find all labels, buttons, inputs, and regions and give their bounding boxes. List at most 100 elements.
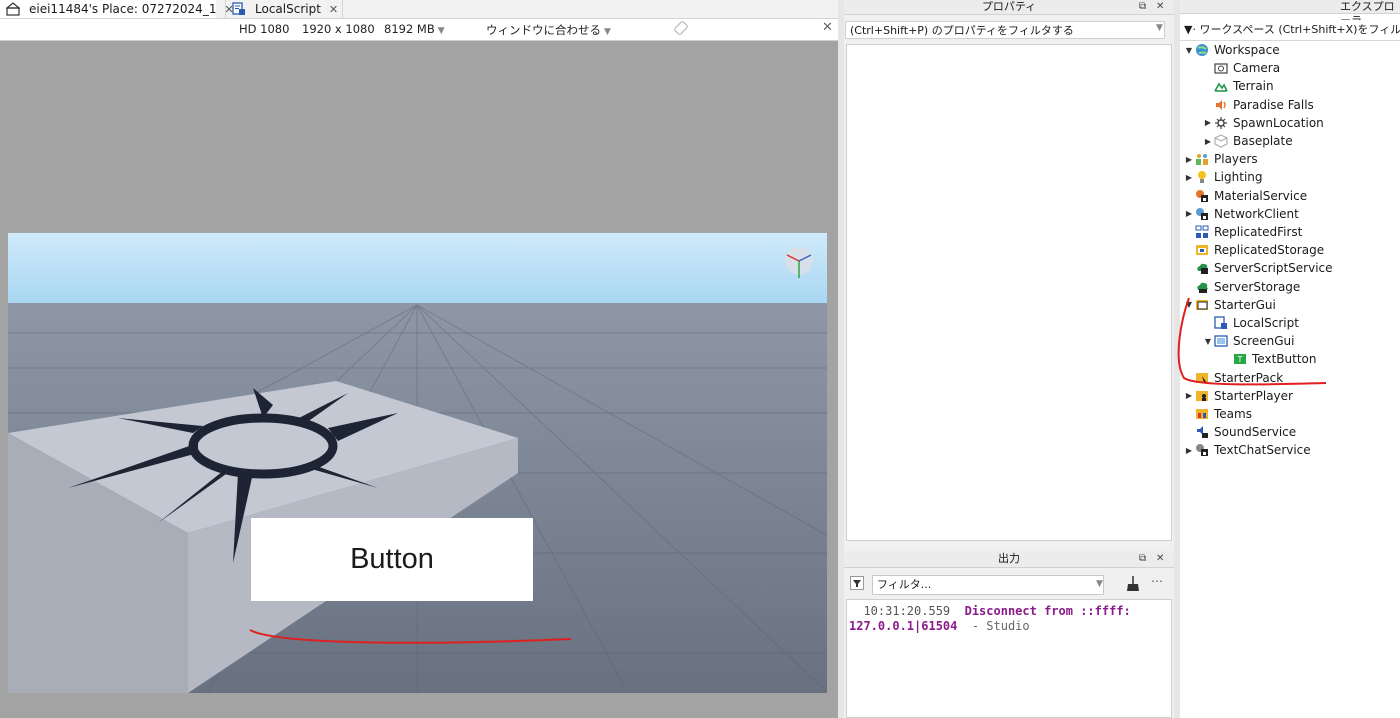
explorer-item-label: SpawnLocation	[1233, 115, 1324, 130]
chevron-down-icon[interactable]: ▼	[1096, 579, 1103, 589]
undock-icon[interactable]: ⧉	[1139, 0, 1146, 14]
sound-icon	[1214, 98, 1228, 112]
explorer-item-spawnlocation[interactable]: ▶ SpawnLocation	[1202, 114, 1324, 132]
explorer-item-players[interactable]: ▶ Players	[1183, 150, 1258, 168]
explorer-item-terrain[interactable]: Terrain	[1202, 77, 1274, 95]
log-time: 10:31:20.559	[863, 604, 951, 618]
close-icon[interactable]: ✕	[1156, 552, 1164, 566]
close-icon[interactable]: ✕	[329, 3, 338, 16]
spawnlocation-icon	[1214, 116, 1228, 130]
tab-place[interactable]: eiei11484's Place: 07272024_1 ✕	[0, 0, 234, 18]
explorer-panel: エクスプローラ ▼· ワークスペース (Ctrl+Shift+X)をフィルタ ▼…	[1177, 0, 1400, 718]
materialservice-icon	[1195, 189, 1209, 203]
camera-icon	[1214, 61, 1228, 75]
explorer-item-label: ReplicatedStorage	[1214, 243, 1325, 258]
explorer-item-teams[interactable]: Teams	[1183, 405, 1252, 423]
collapse-arrow-icon[interactable]: ▶	[1202, 118, 1214, 127]
editor-area: eiei11484's Place: 07272024_1 ✕ LocalScr…	[0, 0, 838, 718]
explorer-item-label: MaterialService	[1214, 188, 1308, 203]
viewport-scene	[8, 233, 827, 693]
filter-icon[interactable]: ▼·	[1184, 23, 1196, 36]
game-viewport[interactable]: Button	[8, 233, 827, 693]
explorer-item-workspace[interactable]: ▼ Workspace	[1183, 41, 1280, 59]
explorer-item-label: ServerScriptService	[1214, 261, 1333, 276]
explorer-item-textchatservice[interactable]: ▶ TextChatService	[1183, 441, 1311, 459]
tab-localscript-label: LocalScript	[255, 2, 321, 16]
close-icon[interactable]: ✕	[822, 20, 833, 35]
place-icon	[6, 2, 20, 16]
lighting-icon	[1195, 170, 1209, 184]
soundservice-icon	[1195, 425, 1209, 439]
tab-place-label: eiei11484's Place: 07272024_1	[29, 2, 217, 16]
collapse-arrow-icon[interactable]: ▶	[1183, 391, 1195, 400]
explorer-item-label: Paradise Falls	[1233, 97, 1314, 112]
device-resolution: 1920 x 1080	[302, 22, 375, 36]
device-memory-select[interactable]: 8192 MB ▼	[384, 22, 445, 36]
localscript-icon	[232, 2, 246, 16]
replicatedstorage-icon	[1195, 243, 1209, 257]
log-entry: 10:31:20.559 Disconnect from ::ffff: 127…	[849, 604, 1169, 634]
explorer-item-label: Players	[1214, 152, 1258, 167]
explorer-title: エクスプローラ	[1180, 0, 1400, 27]
device-emulation-bar: HD 1080 1920 x 1080 8192 MB ▼ ウィンドウに合わせる ▼…	[0, 19, 838, 41]
fit-window-select[interactable]: ウィンドウに合わせる ▼	[486, 22, 611, 38]
document-tab-bar: eiei11484's Place: 07272024_1 ✕ LocalScr…	[0, 0, 838, 19]
part-icon	[1214, 134, 1228, 148]
explorer-item-paradise falls[interactable]: Paradise Falls	[1202, 96, 1314, 114]
collapse-arrow-icon[interactable]: ▶	[1183, 446, 1195, 455]
chevron-down-icon[interactable]: ▼	[1156, 23, 1163, 33]
terrain-icon	[1214, 79, 1228, 93]
output-log: 10:31:20.559 Disconnect from ::ffff: 127…	[846, 599, 1172, 718]
explorer-item-replicatedstorage[interactable]: ReplicatedStorage	[1183, 241, 1324, 259]
device-memory: 8192 MB	[384, 22, 435, 36]
explorer-item-baseplate[interactable]: ▶ Baseplate	[1202, 132, 1293, 150]
explorer-item-label: Teams	[1214, 407, 1252, 421]
collapse-arrow-icon[interactable]: ▶	[1202, 137, 1214, 146]
collapse-arrow-icon[interactable]: ▶	[1183, 209, 1195, 218]
explorer-item-label: Terrain	[1233, 79, 1274, 94]
explorer-item-serverscriptservice[interactable]: ServerScriptService	[1183, 259, 1333, 277]
expand-arrow-icon[interactable]: ▼	[1183, 46, 1195, 55]
log-source: - Studio	[971, 619, 1030, 633]
explorer-filter-input[interactable]: ▼· ワークスペース (Ctrl+Shift+X)をフィルタ	[1180, 20, 1400, 41]
teams-icon	[1195, 407, 1209, 421]
output-toolbar: フィルタ... ▼ ⋯	[844, 572, 1174, 598]
chevron-down-icon: ▼	[604, 27, 611, 37]
explorer-item-label: Baseplate	[1233, 134, 1293, 148]
properties-title: プロパティ	[844, 0, 1174, 15]
explorer-item-camera[interactable]: Camera	[1202, 59, 1280, 77]
properties-panel: プロパティ ⧉ ✕ (Ctrl+Shift+P) のプロパティをフィルタする ▼	[844, 0, 1174, 545]
explorer-item-materialservice[interactable]: MaterialService	[1183, 187, 1307, 205]
fit-window-label: ウィンドウに合わせる	[486, 23, 601, 37]
output-panel: 出力 ⧉ ✕ フィルタ... ▼ ⋯ 10:31:20.559 Disconne…	[844, 545, 1174, 718]
clear-output-icon[interactable]	[1126, 576, 1140, 595]
tab-localscript[interactable]: LocalScript ✕	[225, 0, 343, 18]
output-title: 出力	[844, 551, 1174, 568]
explorer-item-networkclient[interactable]: ▶ NetworkClient	[1183, 205, 1299, 223]
serverscriptservice-icon	[1195, 261, 1209, 275]
explorer-item-label: Lighting	[1214, 170, 1263, 185]
starterplayer-icon	[1195, 389, 1209, 403]
explorer-item-replicatedfirst[interactable]: ReplicatedFirst	[1183, 223, 1302, 241]
collapse-arrow-icon[interactable]: ▶	[1183, 155, 1195, 164]
textchatservice-icon	[1195, 443, 1209, 457]
networkclient-icon	[1195, 207, 1209, 221]
collapse-arrow-icon[interactable]: ▶	[1183, 173, 1195, 182]
properties-list	[846, 44, 1172, 541]
explorer-item-lighting[interactable]: ▶ Lighting	[1183, 168, 1263, 186]
gui-text-button[interactable]: Button	[251, 518, 533, 601]
rotate-device-icon[interactable]	[674, 21, 688, 38]
explorer-item-label: SoundService	[1214, 425, 1297, 440]
explorer-item-label: NetworkClient	[1214, 206, 1299, 221]
undock-icon[interactable]: ⧉	[1139, 552, 1146, 566]
output-filter-input[interactable]: フィルタ...	[872, 575, 1104, 595]
close-icon[interactable]: ✕	[1156, 0, 1164, 14]
explorer-filter-placeholder: ワークスペース (Ctrl+Shift+X)をフィルタ	[1199, 23, 1400, 36]
properties-filter-input[interactable]: (Ctrl+Shift+P) のプロパティをフィルタする	[845, 21, 1165, 39]
device-preset[interactable]: HD 1080	[239, 22, 289, 36]
chevron-down-icon: ▼	[437, 26, 445, 36]
filter-icon[interactable]	[850, 576, 864, 593]
explorer-item-soundservice[interactable]: SoundService	[1183, 423, 1296, 441]
more-options-icon[interactable]: ⋯	[1151, 574, 1163, 588]
explorer-item-label: Workspace	[1214, 43, 1280, 57]
